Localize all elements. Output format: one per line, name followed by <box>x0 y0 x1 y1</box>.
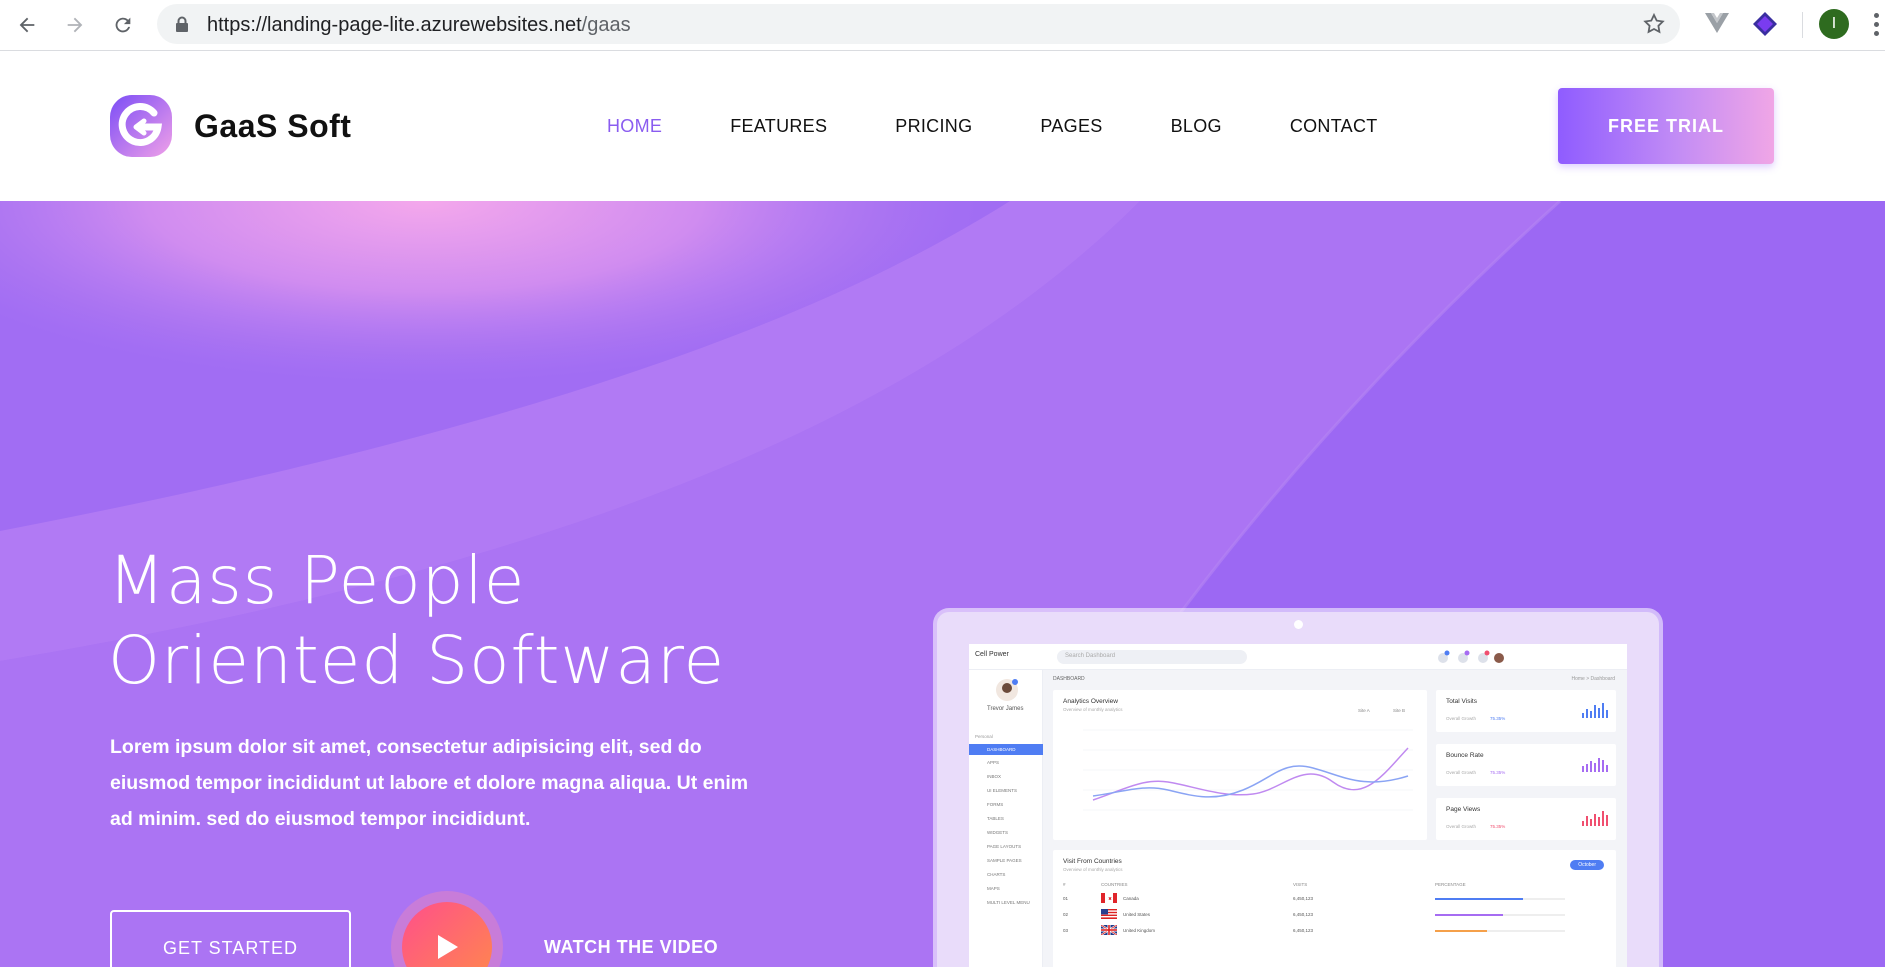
nav-contact[interactable]: CONTACT <box>1290 116 1378 137</box>
arrow-right-icon <box>67 17 83 33</box>
mockup-analytics-card: Analytics Overview Overview of monthly a… <box>1053 690 1427 840</box>
analytics-legend-a: Site A <box>1358 708 1370 713</box>
url-text: https://landing-page-lite.azurewebsites.… <box>207 14 631 36</box>
brand-name: GaaS Soft <box>194 107 352 144</box>
mockup-section-label: Personal <box>975 734 993 739</box>
hero-title: Mass People Oriented Software <box>108 541 725 701</box>
hero-title-line2: Oriented Software <box>108 622 726 699</box>
mockup-nav-item: UI ELEMENTS <box>987 788 1018 793</box>
mockup-avatar <box>996 679 1018 701</box>
arrow-left-icon <box>19 17 35 33</box>
stat-bars <box>1582 702 1608 718</box>
lock-icon <box>176 16 188 32</box>
mockup-nav-item: CHARTS <box>987 872 1006 877</box>
play-icon <box>438 935 458 959</box>
hero-description: Lorem ipsum dolor sit amet, consectetur … <box>110 736 749 830</box>
mockup-nav-item: TABLES <box>987 816 1004 821</box>
stat-pct: 75.35% <box>1490 824 1506 829</box>
stat-bars <box>1582 756 1608 772</box>
nav-pages[interactable]: PAGES <box>1040 116 1102 137</box>
get-started-button[interactable]: GET STARTED <box>110 910 351 967</box>
mockup-countries-card: Visit From Countries Overview of monthly… <box>1053 850 1616 967</box>
table-row: 03 United Kingdom 6,450,123 <box>1063 924 1613 938</box>
table-row: 01 Canada 6,450,123 <box>1063 892 1613 906</box>
hero-title-line1: Mass People <box>108 542 526 619</box>
analytics-title: Analytics Overview <box>1063 698 1118 705</box>
dashboard-screenshot: Cell Power Search Dashboard Trevor James… <box>969 644 1627 967</box>
stat-card-bounce: Bounce Rate Overall Growth 75.35% <box>1436 744 1616 786</box>
nav-blog[interactable]: BLOG <box>1171 116 1222 137</box>
mockup-nav-item: MULTI LEVEL MENU <box>987 900 1030 905</box>
laptop-mockup: Cell Power Search Dashboard Trevor James… <box>937 612 1659 967</box>
nav-features[interactable]: FEATURES <box>730 116 827 137</box>
row-progress <box>1435 914 1565 916</box>
laptop-camera <box>1294 620 1303 629</box>
stat-pct: 75.35% <box>1490 716 1506 721</box>
row-progress <box>1435 930 1565 932</box>
countries-subtitle: Overview of monthly analytics <box>1063 867 1123 872</box>
mockup-user-name: Trevor James <box>987 706 1024 712</box>
analytics-legend-b: Site B <box>1393 708 1406 713</box>
address-bar[interactable]: https://landing-page-lite.azurewebsites.… <box>157 4 1680 44</box>
mockup-nav-item: INBOX <box>987 774 1002 779</box>
stat-card-pageviews: Page Views Overall Growth 75.35% <box>1436 798 1616 840</box>
mockup-nav-item: WIDGETS <box>987 830 1008 835</box>
profile-avatar[interactable]: I <box>1819 9 1849 39</box>
mockup-notification-icons <box>1438 650 1504 663</box>
bookmark-star-icon[interactable] <box>1642 12 1666 36</box>
mockup-nav-item: PAGE LAYOUTS <box>987 844 1022 849</box>
reload-icon <box>115 17 131 33</box>
watch-video-link[interactable]: WATCH THE VIDEO <box>544 937 718 958</box>
reload-button[interactable] <box>108 10 138 40</box>
vue-devtools-icon[interactable] <box>1704 11 1730 35</box>
row-progress <box>1435 898 1565 900</box>
mockup-nav-item: MAPS <box>987 886 1000 891</box>
back-button[interactable] <box>12 10 42 40</box>
analytics-line-chart <box>1083 729 1413 811</box>
stat-bars <box>1582 810 1608 826</box>
stat-card-visits: Total Visits Overall Growth 75.35% <box>1436 690 1616 732</box>
mockup-topbar: Cell Power Search Dashboard <box>969 644 1627 670</box>
stat-title: Page Views <box>1446 806 1481 813</box>
free-trial-button[interactable]: FREE TRIAL <box>1558 88 1774 164</box>
stat-pct: 75.35% <box>1490 770 1506 775</box>
mockup-sidebar: Trevor James Personal DASHBOARD APPS INB… <box>969 670 1043 967</box>
table-row: 02 United States 6,450,123 <box>1063 908 1613 922</box>
mockup-search: Search Dashboard <box>1057 650 1247 664</box>
mockup-nav-item: SAMPLE PAGES <box>987 858 1022 863</box>
gaas-logo-icon <box>110 95 172 157</box>
logo[interactable]: GaaS Soft <box>110 95 351 157</box>
usa-flag-icon <box>1101 909 1117 919</box>
mockup-breadcrumb: DASHBOARD <box>1053 676 1085 682</box>
nav-home[interactable]: HOME <box>607 116 662 137</box>
toolbar-divider <box>1802 12 1803 38</box>
stat-sub: Overall Growth <box>1446 770 1477 775</box>
stat-title: Total Visits <box>1446 698 1477 705</box>
analytics-subtitle: Overview of monthly analytics <box>1063 707 1123 712</box>
stat-sub: Overall Growth <box>1446 716 1477 721</box>
mockup-nav-item: DASHBOARD <box>969 744 1043 755</box>
mockup-brand: Cell Power <box>975 651 1009 658</box>
countries-month-dropdown: October <box>1570 860 1604 870</box>
countries-title: Visit From Countries <box>1063 858 1122 865</box>
countries-header-row: # COUNTRIES VISITS PERCENTAGE <box>1063 882 1466 887</box>
uk-flag-icon <box>1101 925 1117 935</box>
browser-menu-icon[interactable] <box>1874 13 1880 40</box>
main-nav: HOME FEATURES PRICING PAGES BLOG CONTACT <box>607 116 1446 137</box>
browser-toolbar: https://landing-page-lite.azurewebsites.… <box>0 0 1885 51</box>
canada-flag-icon <box>1101 893 1117 903</box>
hero-section: Mass People Oriented Software Lorem ipsu… <box>0 201 1885 967</box>
site-header: GaaS Soft HOME FEATURES PRICING PAGES BL… <box>0 51 1885 201</box>
mockup-nav-item: APPS <box>987 760 1000 765</box>
stat-title: Bounce Rate <box>1446 752 1484 759</box>
play-button-circle <box>402 902 492 967</box>
stat-sub: Overall Growth <box>1446 824 1477 829</box>
nav-pricing[interactable]: PRICING <box>895 116 972 137</box>
mockup-breadcrumb-right: Home > Dashboard <box>1571 676 1616 682</box>
forward-button[interactable] <box>60 10 90 40</box>
stack-extension-icon[interactable] <box>1752 11 1778 37</box>
mockup-nav-item: FORMS <box>987 802 1004 807</box>
